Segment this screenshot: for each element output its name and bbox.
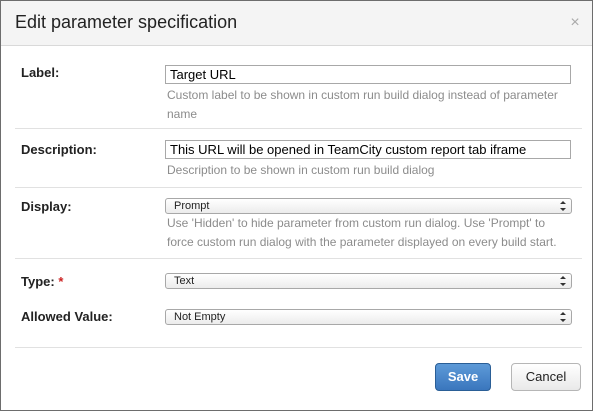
updown-arrows-icon bbox=[560, 201, 566, 211]
allowed-value-select[interactable]: Not Empty bbox=[165, 309, 572, 325]
divider bbox=[15, 187, 582, 188]
edit-parameter-dialog: Edit parameter specification × Label: Cu… bbox=[0, 0, 593, 411]
divider bbox=[15, 258, 582, 259]
type-label-text: Type: bbox=[21, 274, 55, 289]
divider bbox=[15, 347, 582, 348]
allowed-value-field-label: Allowed Value: bbox=[21, 309, 113, 324]
description-hint: Description to be shown in custom run bu… bbox=[167, 163, 435, 177]
display-select[interactable]: Prompt bbox=[165, 198, 572, 214]
display-selected-value: Prompt bbox=[174, 200, 210, 212]
updown-arrows-icon bbox=[560, 276, 566, 286]
divider bbox=[15, 128, 582, 129]
description-input[interactable] bbox=[165, 140, 571, 159]
description-field-label: Description: bbox=[21, 142, 97, 157]
type-field-label: Type: * bbox=[21, 274, 63, 289]
type-selected-value: Text bbox=[174, 275, 195, 287]
updown-arrows-icon bbox=[560, 312, 566, 322]
save-button[interactable]: Save bbox=[435, 363, 491, 391]
allowed-value-selected-value: Not Empty bbox=[174, 311, 226, 323]
dialog-title: Edit parameter specification bbox=[15, 12, 238, 32]
close-icon[interactable]: × bbox=[568, 15, 582, 31]
type-select[interactable]: Text bbox=[165, 273, 572, 289]
dialog-header: Edit parameter specification × bbox=[1, 1, 592, 46]
display-field-label: Display: bbox=[21, 199, 72, 214]
label-input[interactable] bbox=[165, 65, 571, 84]
display-hint: Use 'Hidden' to hide parameter from cust… bbox=[167, 216, 557, 249]
cancel-button[interactable]: Cancel bbox=[511, 363, 581, 391]
label-field-label: Label: bbox=[21, 65, 60, 80]
label-hint: Custom label to be shown in custom run b… bbox=[167, 88, 558, 121]
required-mark: * bbox=[58, 274, 64, 289]
